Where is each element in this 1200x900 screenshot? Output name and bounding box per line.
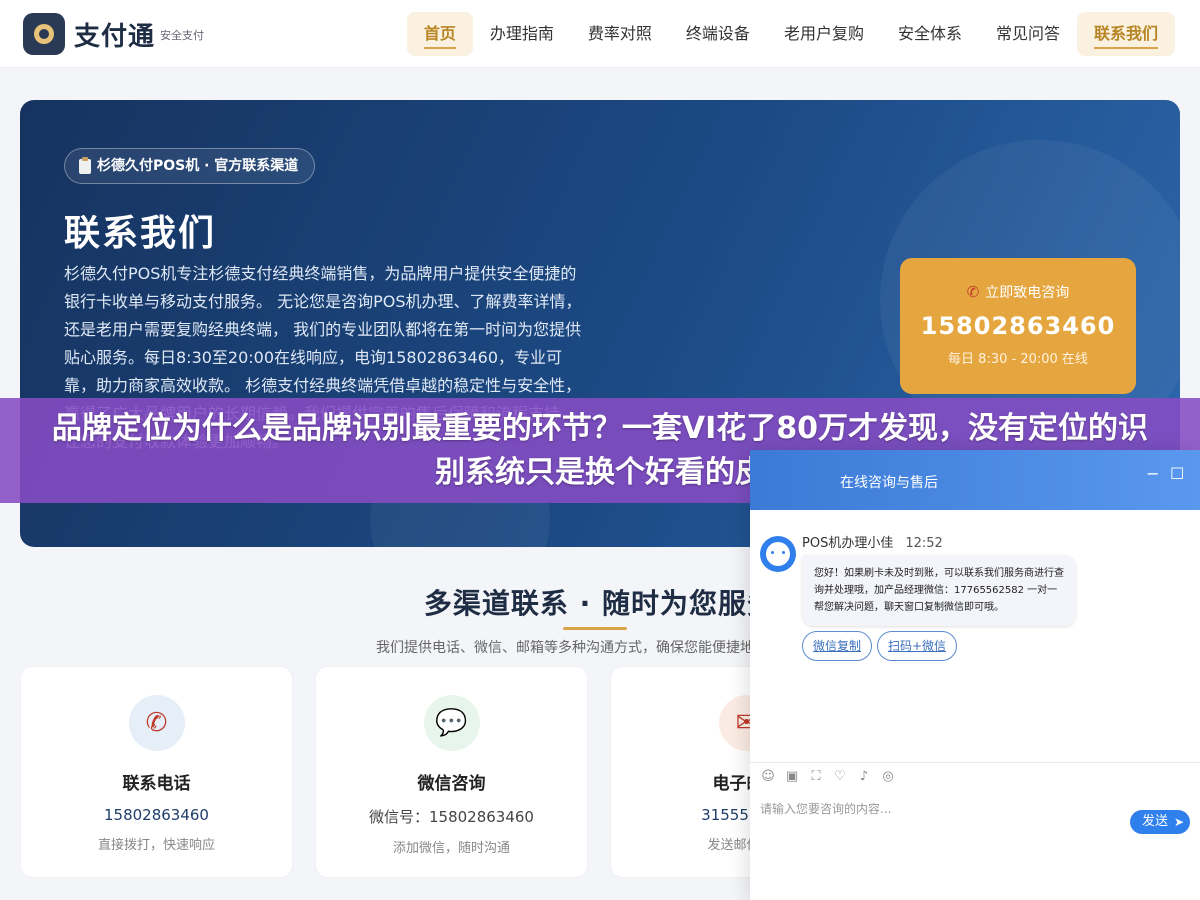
brand-logo-icon[interactable] xyxy=(23,13,65,55)
contact-card-wechat[interactable]: 💬 微信咨询 微信号：15802863460 添加微信，随时沟通 xyxy=(315,666,588,878)
chat-bubble-icon: 💬 xyxy=(423,695,480,751)
copy-wechat-button[interactable]: 微信复制 xyxy=(802,631,873,661)
send-button[interactable]: 发送 ➤ xyxy=(1130,810,1190,834)
main-nav: 首页 办理指南 费率对照 终端设备 老用户复购 安全体系 常见问答 联系我们 xyxy=(406,12,1175,56)
card-note: 直接拨打，快速响应 xyxy=(97,838,215,853)
image-icon[interactable]: ▣ xyxy=(784,769,800,785)
page-title: 联系我们 xyxy=(64,213,217,254)
nav-item-devices[interactable]: 终端设备 xyxy=(669,12,767,56)
agent-avatar xyxy=(760,536,796,572)
site-header: 支付通 安全支付 首页 办理指南 费率对照 终端设备 老用户复购 安全体系 常见… xyxy=(0,0,1200,68)
call-label: 立即致电咨询 xyxy=(985,285,1070,301)
emoji-icon[interactable]: ☺ xyxy=(760,769,776,785)
audio-icon[interactable]: ♪ xyxy=(856,769,872,785)
brand-name[interactable]: 支付通 xyxy=(74,16,155,53)
nav-item-home[interactable]: 首页 xyxy=(406,12,473,56)
hero-badge: 杉德久付POS机 · 官方联系渠道 xyxy=(64,148,316,184)
like-icon[interactable]: ♡ xyxy=(832,769,848,785)
agent-meta: POS机办理小佳 12:52 xyxy=(802,532,943,551)
card-title: 联系电话 xyxy=(122,774,191,794)
chat-title: 在线咨询与售后 xyxy=(840,475,938,491)
card-value[interactable]: 微信号：15802863460 xyxy=(316,806,587,827)
call-hours: 每日 8:30 - 20:00 在线 xyxy=(948,352,1088,367)
hero-badge-text: 杉德久付POS机 · 官方联系渠道 xyxy=(97,158,299,174)
phone-icon: ✆ xyxy=(966,283,980,301)
card-title: 微信咨询 xyxy=(417,774,486,794)
card-note: 添加微信，随时沟通 xyxy=(392,841,510,856)
nav-item-faq[interactable]: 常见问答 xyxy=(979,12,1077,56)
agent-name: POS机办理小佳 xyxy=(802,536,894,551)
screenshot-icon[interactable]: ⛶ xyxy=(808,769,824,785)
message-time: 12:52 xyxy=(905,536,943,551)
card-value[interactable]: 15802863460 xyxy=(21,806,292,824)
nav-item-repurchase[interactable]: 老用户复购 xyxy=(767,12,881,56)
call-number[interactable]: 15802863460 xyxy=(900,312,1136,340)
chat-toolbar: ☺ ▣ ⛶ ♡ ♪ ◎ xyxy=(750,762,1200,796)
phone-icon: ✆ xyxy=(128,695,185,751)
contact-card-phone[interactable]: ✆ 联系电话 15802863460 直接拨打，快速响应 xyxy=(20,666,293,878)
chat-window: 在线咨询与售后 − ☐ POS机办理小佳 12:52 您好！如果刷卡未及时到账，可… xyxy=(750,450,1200,900)
nav-item-security[interactable]: 安全体系 xyxy=(881,12,979,56)
scan-wechat-button[interactable]: 扫码+微信 xyxy=(877,631,958,661)
section-divider xyxy=(563,627,627,630)
nav-item-contact[interactable]: 联系我们 xyxy=(1076,12,1175,56)
chat-input[interactable]: 请输入您要咨询的内容... xyxy=(760,800,891,817)
brand-tagline: 安全支付 xyxy=(160,29,204,42)
chat-header[interactable]: 在线咨询与售后 − ☐ xyxy=(750,450,1200,510)
send-arrow-icon: ➤ xyxy=(1173,815,1184,829)
clipboard-icon xyxy=(79,156,91,174)
maximize-icon[interactable]: ☐ xyxy=(1170,464,1184,483)
nav-item-rates[interactable]: 费率对照 xyxy=(571,12,669,56)
agent-message: 您好！如果刷卡未及时到账，可以联系我们服务商进行查询并处理哦，加产品经理微信：1… xyxy=(802,555,1076,626)
minimize-icon[interactable]: − xyxy=(1146,464,1159,483)
call-card[interactable]: ✆ 立即致电咨询 15802863460 每日 8:30 - 20:00 在线 xyxy=(900,258,1136,394)
more-icon[interactable]: ◎ xyxy=(880,769,896,785)
send-label: 发送 xyxy=(1142,814,1169,829)
nav-item-guide[interactable]: 办理指南 xyxy=(473,12,571,56)
